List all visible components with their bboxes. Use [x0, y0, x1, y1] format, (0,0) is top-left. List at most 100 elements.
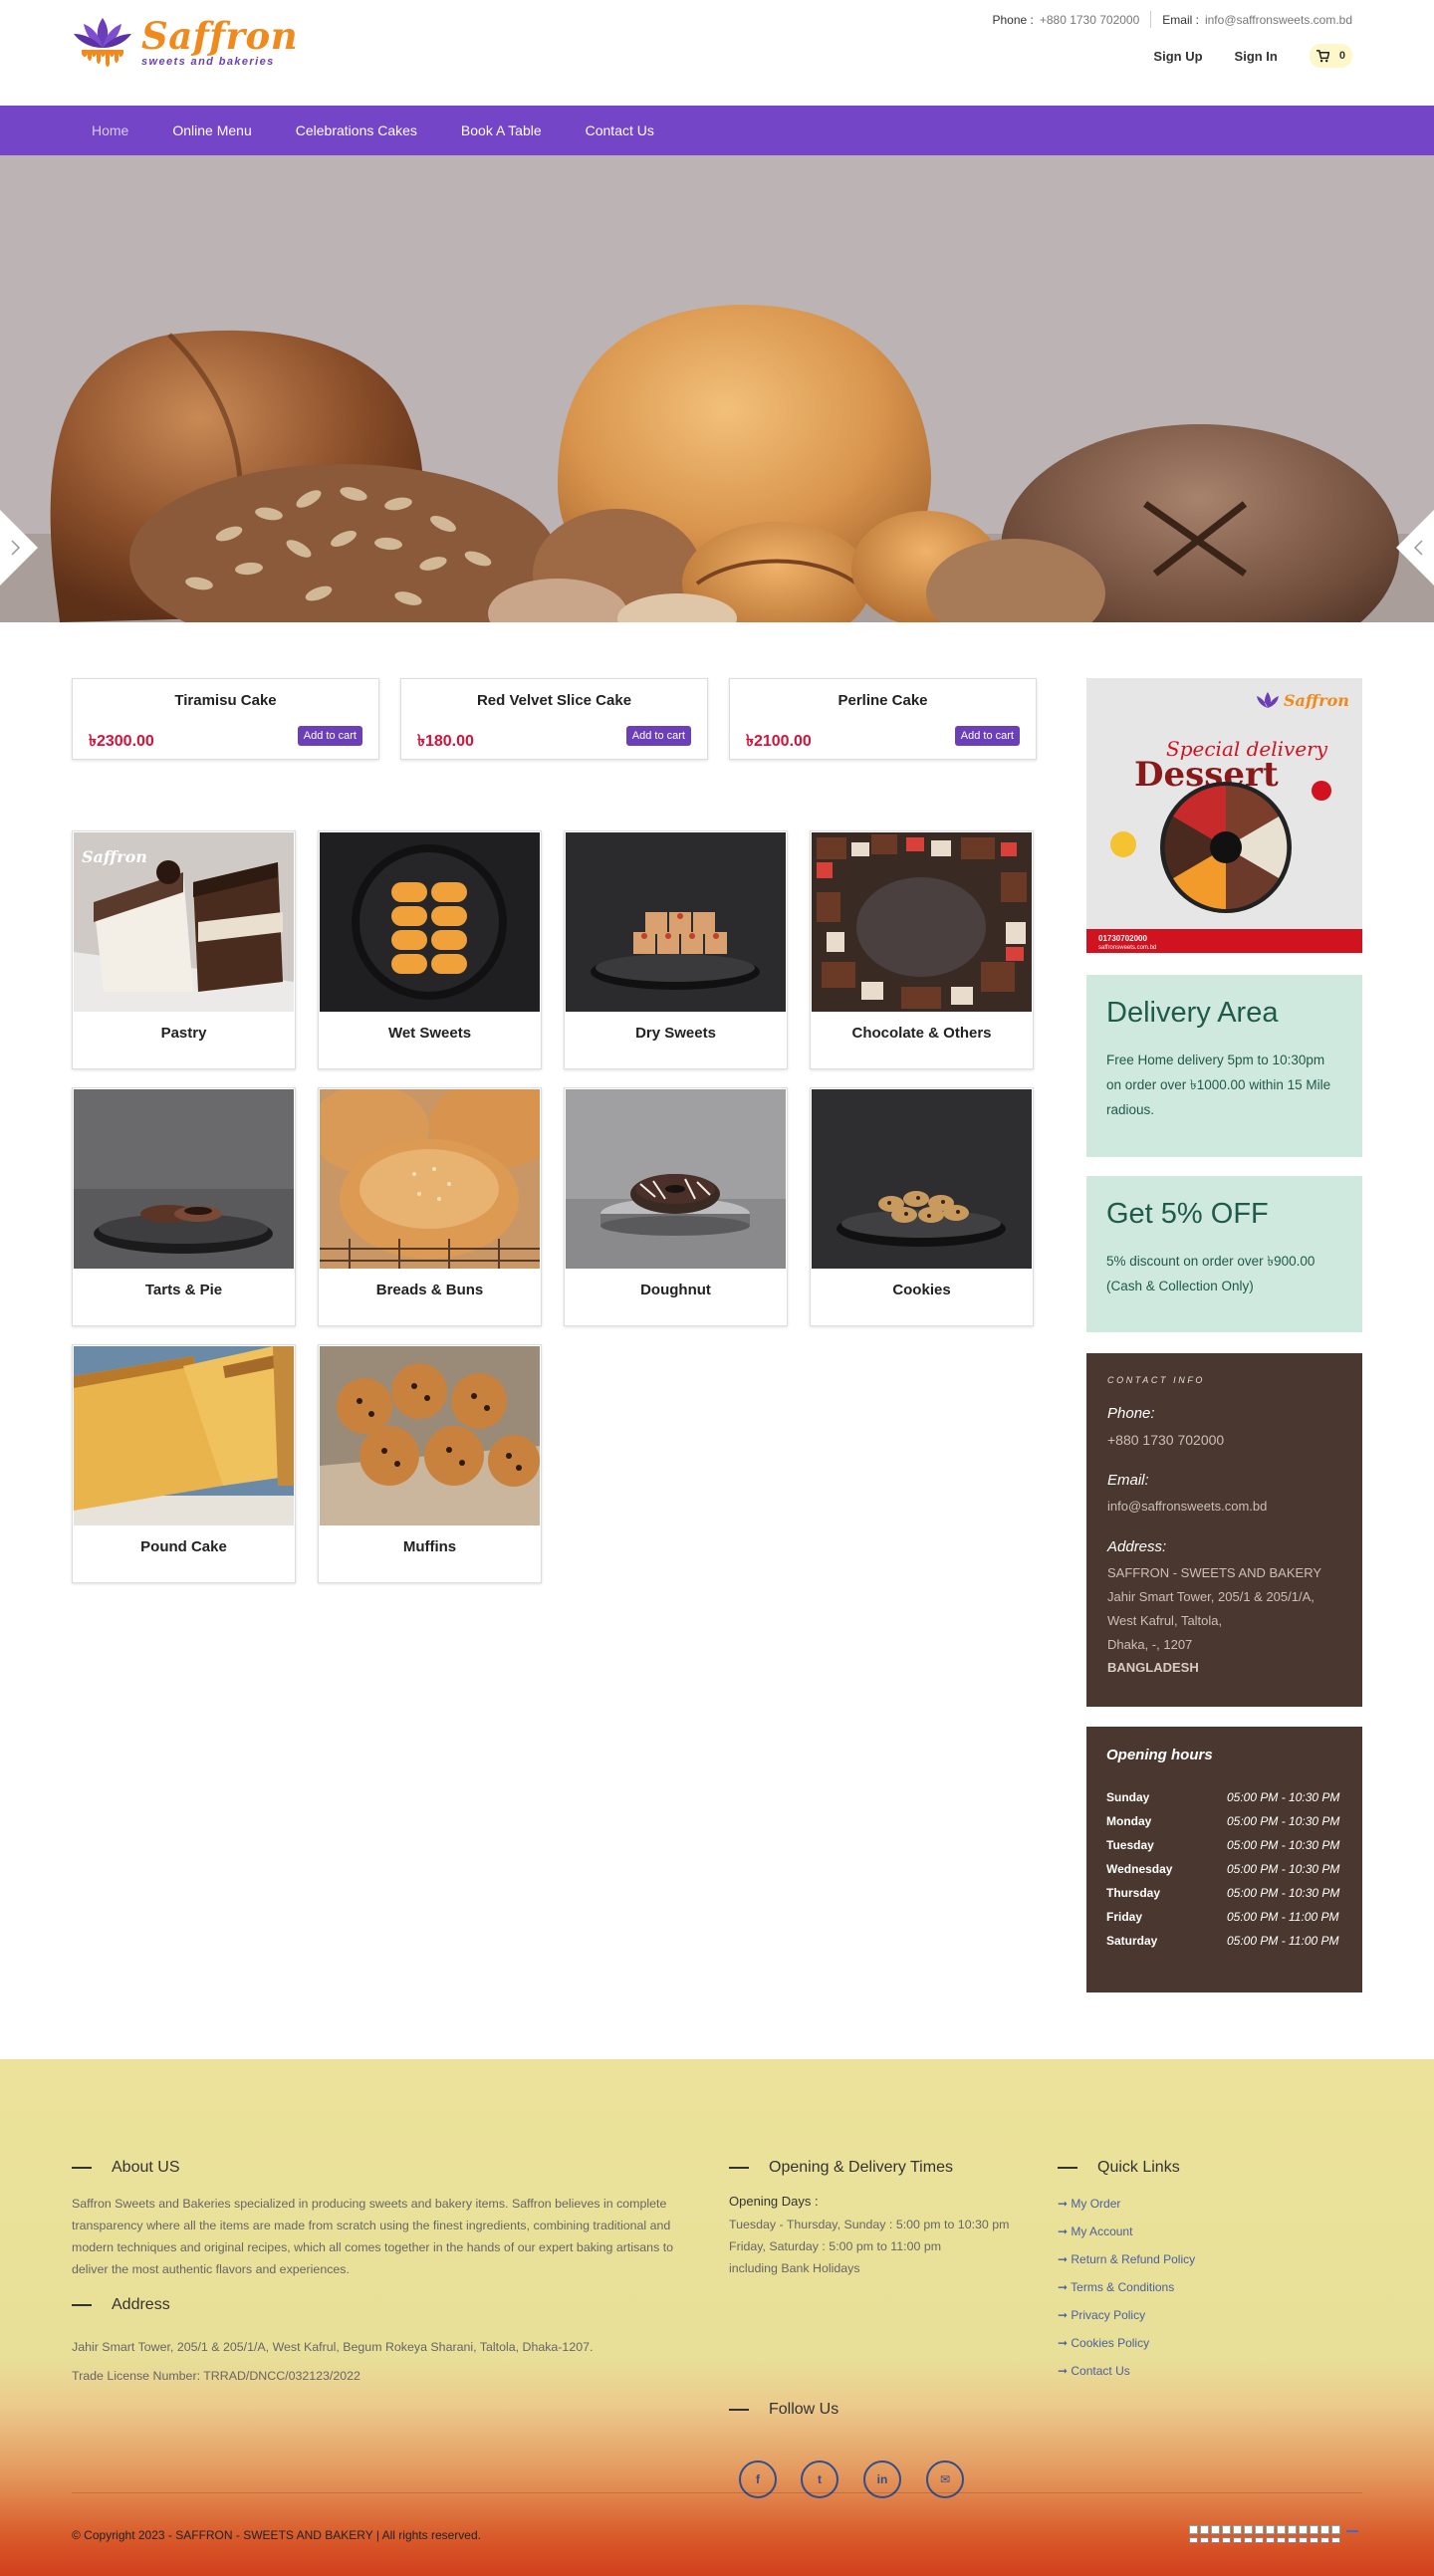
quick-link-label[interactable]: My Order: [1071, 2197, 1120, 2211]
hours-day: Friday: [1106, 1910, 1143, 1924]
copyright: © Copyright 2023 - SAFFRON - SWEETS AND …: [72, 2528, 481, 2542]
category-card-breads-buns[interactable]: Breads & Buns: [318, 1087, 542, 1326]
category-card-pastry[interactable]: Saffron Pastry: [72, 830, 296, 1069]
category-image[interactable]: [566, 1089, 786, 1269]
quick-link-label[interactable]: Privacy Policy: [1071, 2308, 1145, 2322]
category-card-pound-cake[interactable]: Pound Cake: [72, 1344, 296, 1583]
hours-row: Saturday 05:00 PM - 11:00 PM: [1106, 1929, 1342, 1953]
quick-link-contact[interactable]: ➞ Contact Us: [1058, 2364, 1195, 2392]
nav-celebration-cakes[interactable]: Celebrations Cakes: [274, 122, 439, 138]
contact-email[interactable]: info@saffronsweets.com.bd: [1107, 1495, 1341, 1519]
add-to-cart-button[interactable]: Add to cart: [625, 726, 691, 746]
hours-row: Sunday 05:00 PM - 10:30 PM: [1106, 1785, 1342, 1809]
arrow-right-icon: ➞: [1058, 2364, 1072, 2378]
arrow-right-icon: ➞: [1058, 2308, 1072, 2322]
category-card-cookies[interactable]: Cookies: [810, 1087, 1034, 1326]
nav-online-menu[interactable]: Online Menu: [150, 122, 273, 138]
product-price: ৳2300.00: [89, 733, 154, 750]
category-image[interactable]: [812, 1089, 1032, 1269]
divider: [1150, 11, 1152, 28]
quick-link-label[interactable]: Cookies Policy: [1071, 2336, 1149, 2350]
featured-product-card[interactable]: Perline Cake ৳2100.00 Add to cart: [729, 678, 1037, 760]
category-name[interactable]: Breads & Buns: [319, 1282, 541, 1298]
slider-prev-button[interactable]: [0, 510, 38, 585]
category-image[interactable]: [320, 1089, 540, 1269]
hours-day: Monday: [1106, 1814, 1152, 1828]
hours-day: Wednesday: [1106, 1862, 1173, 1876]
logo[interactable]: Saffron sweets and bakeries: [72, 14, 298, 72]
hours-time: 05:00 PM - 10:30 PM: [1227, 1790, 1340, 1804]
product-name[interactable]: Perline Cake: [730, 692, 1036, 709]
quick-link-my-order[interactable]: ➞ My Order: [1058, 2197, 1195, 2225]
category-name[interactable]: Doughnut: [565, 1282, 787, 1298]
category-image[interactable]: [320, 832, 540, 1012]
cart-button[interactable]: 0: [1309, 44, 1352, 68]
contact-phone[interactable]: +880 1730 702000: [1107, 1428, 1341, 1452]
quick-link-label[interactable]: Contact Us: [1071, 2364, 1129, 2378]
product-name[interactable]: Tiramisu Cake: [73, 692, 378, 709]
category-image[interactable]: [320, 1346, 540, 1525]
hours-time: 05:00 PM - 10:30 PM: [1227, 1814, 1340, 1828]
nav-home[interactable]: Home: [72, 122, 150, 138]
category-name[interactable]: Chocolate & Others: [811, 1025, 1033, 1042]
address-line: West Kafrul, Taltola,: [1107, 1613, 1223, 1628]
quick-link-refund-policy[interactable]: ➞ Return & Refund Policy: [1058, 2252, 1195, 2280]
category-name[interactable]: Muffins: [319, 1538, 541, 1555]
slider-next-button[interactable]: [1396, 510, 1434, 585]
hours-time: 05:00 PM - 11:00 PM: [1227, 1934, 1339, 1948]
quick-link-privacy[interactable]: ➞ Privacy Policy: [1058, 2308, 1195, 2336]
address-line: Jahir Smart Tower, 205/1 & 205/1/A,: [1107, 1589, 1314, 1604]
main-content: Tiramisu Cake ৳2300.00 Add to cart Red V…: [0, 622, 1434, 2059]
nav-book-a-table[interactable]: Book A Table: [439, 122, 564, 138]
product-price: ৳180.00: [417, 733, 474, 750]
category-name[interactable]: Pound Cake: [73, 1538, 295, 1555]
quick-link-label[interactable]: My Account: [1071, 2225, 1132, 2238]
category-name[interactable]: Tarts & Pie: [73, 1282, 295, 1298]
category-card-dry-sweets[interactable]: Dry Sweets: [564, 830, 788, 1069]
category-image[interactable]: Saffron: [74, 832, 294, 1012]
category-image[interactable]: [566, 832, 786, 1012]
cart-icon: [1315, 49, 1329, 62]
category-name[interactable]: Wet Sweets: [319, 1025, 541, 1042]
quick-link-label[interactable]: Return & Refund Policy: [1071, 2252, 1195, 2266]
footer-divider: [72, 2492, 1362, 2493]
promo-banner[interactable]: Saffron Special delivery Dessert 0173070…: [1086, 678, 1362, 953]
promo-phone: 01730702000: [1098, 934, 1147, 943]
hours-time: 05:00 PM - 11:00 PM: [1227, 1910, 1339, 1924]
featured-product-card[interactable]: Tiramisu Cake ৳2300.00 Add to cart: [72, 678, 379, 760]
category-card-muffins[interactable]: Muffins: [318, 1344, 542, 1583]
category-card-wet-sweets[interactable]: Wet Sweets: [318, 830, 542, 1069]
contact-info-panel: CONTACT INFO Phone: +880 1730 702000 Ema…: [1086, 1353, 1362, 1707]
delivery-title: Delivery Area: [1106, 997, 1279, 1029]
featured-product-card[interactable]: Red Velvet Slice Cake ৳180.00 Add to car…: [400, 678, 708, 760]
hours-time: 05:00 PM - 10:30 PM: [1227, 1838, 1340, 1852]
product-name[interactable]: Red Velvet Slice Cake: [401, 692, 707, 709]
quick-link-terms[interactable]: ➞ Terms & Conditions: [1058, 2280, 1195, 2308]
category-image[interactable]: [74, 1089, 294, 1269]
nav-contact-us[interactable]: Contact Us: [564, 122, 676, 138]
category-image[interactable]: [812, 832, 1032, 1012]
category-card-tarts-pie[interactable]: Tarts & Pie: [72, 1087, 296, 1326]
phone-value[interactable]: +880 1730 702000: [1040, 13, 1139, 27]
category-name[interactable]: Cookies: [811, 1282, 1033, 1298]
add-to-cart-button[interactable]: Add to cart: [954, 726, 1020, 746]
payment-methods-icon: [1189, 2537, 1340, 2543]
category-name[interactable]: Dry Sweets: [565, 1025, 787, 1042]
category-image[interactable]: [74, 1346, 294, 1525]
quick-link-label[interactable]: Terms & Conditions: [1071, 2280, 1174, 2294]
sign-in-link[interactable]: Sign In: [1235, 49, 1278, 64]
quick-link-my-account[interactable]: ➞ My Account: [1058, 2225, 1195, 2252]
category-name[interactable]: Pastry: [73, 1025, 295, 1042]
hero-bread-image: [0, 155, 1434, 622]
sign-up-link[interactable]: Sign Up: [1153, 49, 1202, 64]
arrow-right-icon: ➞: [1058, 2225, 1072, 2238]
discount-title: Get 5% OFF: [1106, 1198, 1269, 1230]
category-card-doughnut[interactable]: Doughnut: [564, 1087, 788, 1326]
email-value[interactable]: info@saffronsweets.com.bd: [1205, 13, 1352, 27]
add-to-cart-button[interactable]: Add to cart: [297, 726, 362, 746]
discount-text: 5% discount on order over ৳900.00 (Cash …: [1106, 1254, 1315, 1293]
delivery-text: Free Home delivery 5pm to 10:30pm on ord…: [1106, 1053, 1331, 1117]
arrow-right-icon: ➞: [1058, 2336, 1072, 2350]
category-card-chocolate-others[interactable]: Chocolate & Others: [810, 830, 1034, 1069]
quick-link-cookies[interactable]: ➞ Cookies Policy: [1058, 2336, 1195, 2364]
